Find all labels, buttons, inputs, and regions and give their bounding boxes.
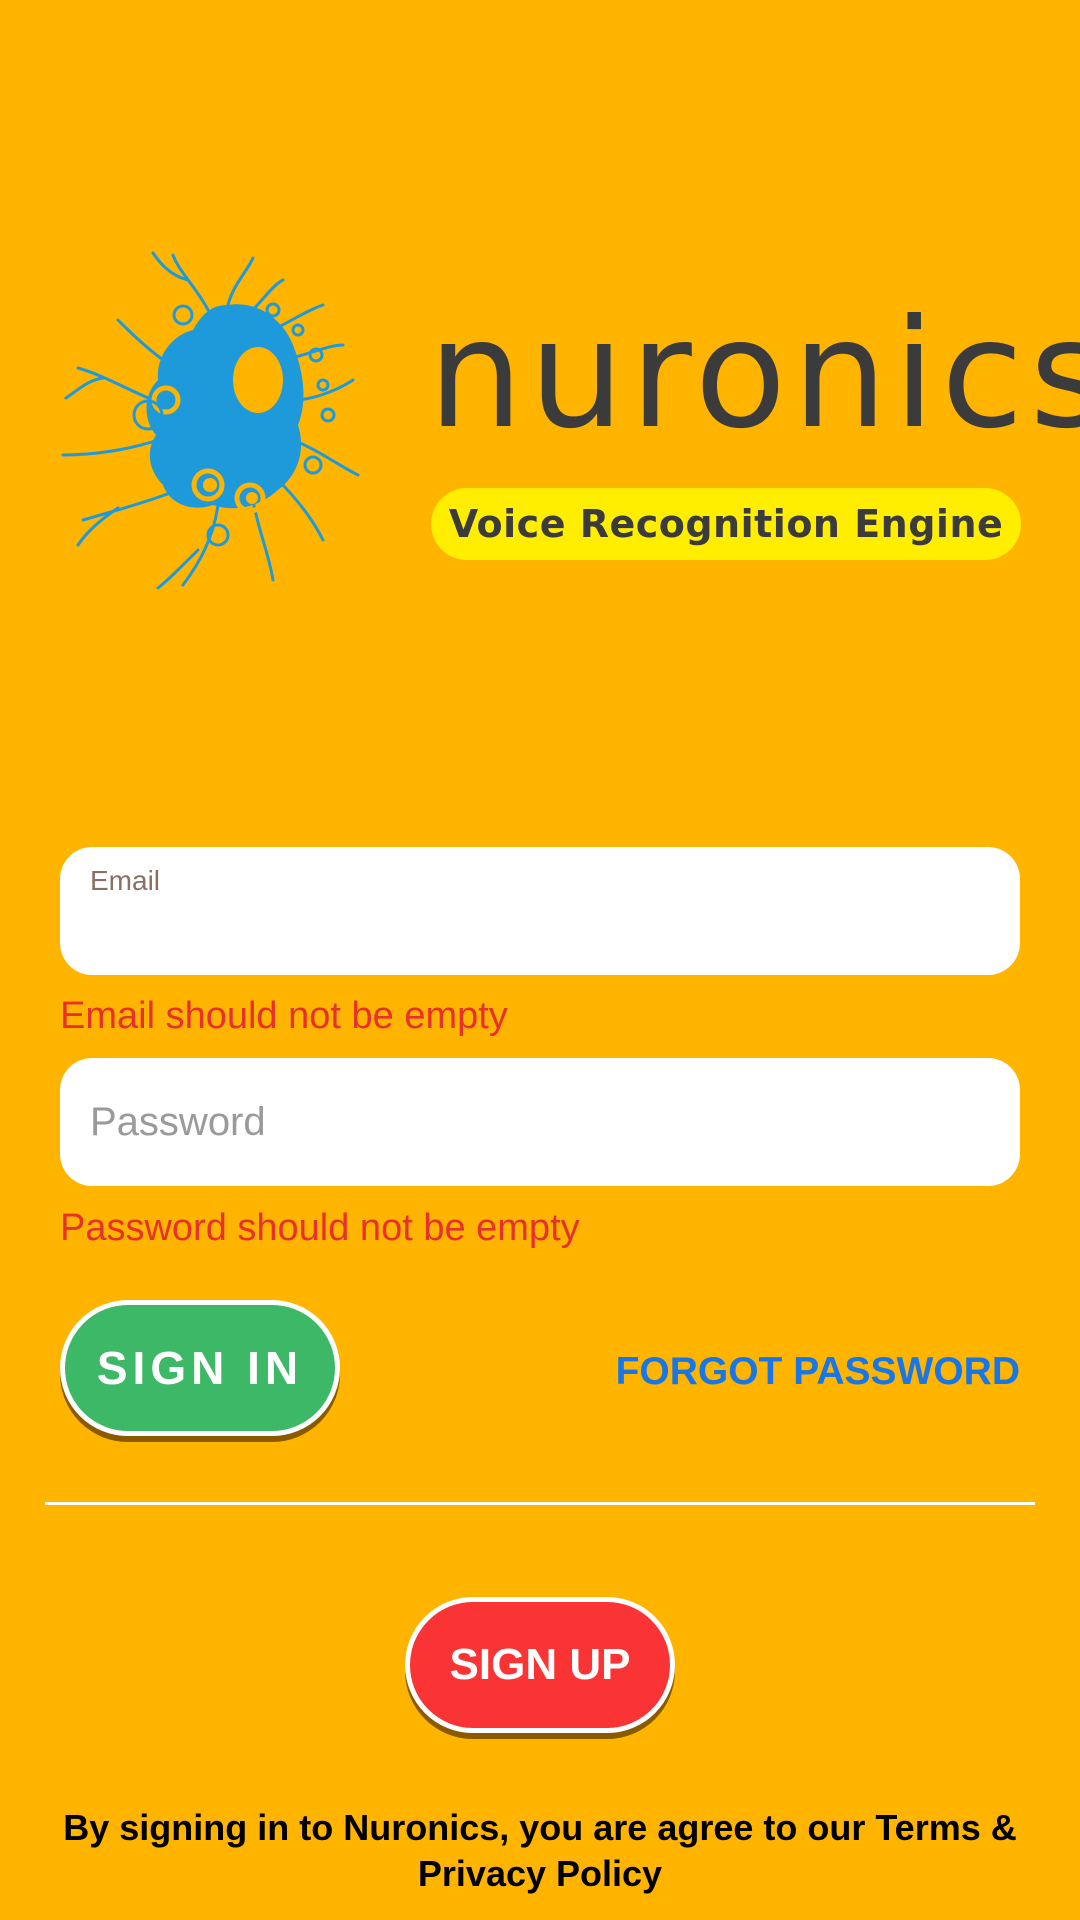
tagline-badge: Voice Recognition Engine (431, 488, 1021, 560)
email-error-message: Email should not be empty (60, 995, 508, 1037)
brand-wordmark: nuronics (428, 288, 1080, 462)
nuronics-logo: nuronics Voice Recognition Engine (58, 250, 1080, 600)
email-field-label: Email (90, 865, 161, 896)
forgot-password-link[interactable]: FORGOT PASSWORD (616, 1350, 1020, 1394)
login-screen: nuronics Voice Recognition Engine Email … (0, 0, 1080, 1920)
divider (45, 1502, 1035, 1505)
terms-notice: By signing in to Nuronics, you are agree… (63, 1807, 1017, 1894)
neuron-splash-icon (61, 251, 360, 590)
tagline-text: Voice Recognition Engine (448, 502, 1004, 546)
password-field[interactable]: Password (60, 1058, 1020, 1186)
email-field[interactable]: Email (60, 847, 1020, 975)
password-error-message: Password should not be empty (60, 1207, 580, 1249)
sign-up-button[interactable]: SIGN UP (405, 1597, 675, 1733)
sign-in-button[interactable]: SIGN IN (60, 1300, 340, 1436)
password-placeholder: Password (90, 1099, 266, 1144)
